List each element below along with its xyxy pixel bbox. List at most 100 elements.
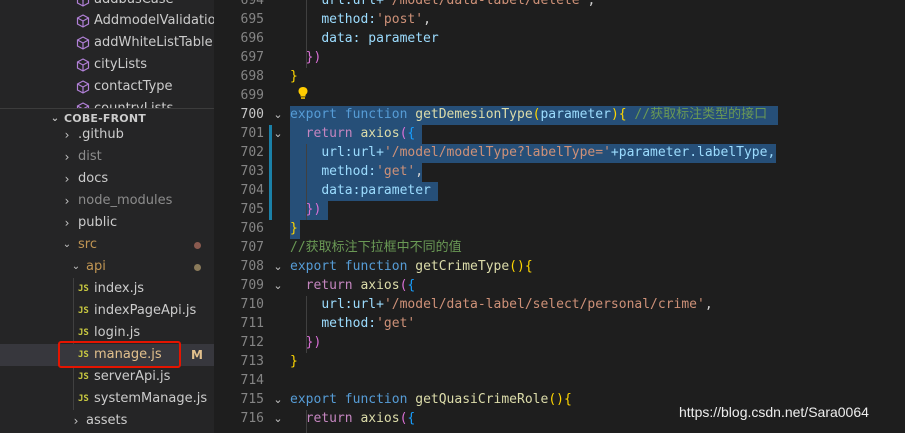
code-line: }) (305, 202, 322, 217)
line-number: 708 (240, 259, 264, 274)
vscode-window: addbusCase AddmodelValidation addWhiteLi… (0, 0, 905, 433)
tree-item-addwhitelisttable[interactable]: addWhiteListTable... (0, 32, 214, 54)
js-file-icon: JS (78, 372, 89, 382)
code-line: } (290, 354, 298, 369)
line-number: 698 (240, 69, 264, 84)
code-line: }) (305, 50, 322, 65)
tree-item-label: addWhiteListTable... (94, 35, 214, 50)
line-number: 712 (240, 335, 264, 350)
cube-icon (76, 14, 90, 28)
line-number: 713 (240, 354, 264, 369)
fold-chevron-down-icon[interactable]: ⌄ (271, 276, 285, 295)
tree-item-label: public (78, 215, 118, 230)
line-number: 715 (240, 392, 264, 407)
tree-item-contacttype[interactable]: contactType (0, 76, 214, 98)
code-line: url:url+'/model/data-label/delete', (321, 0, 596, 8)
tree-item-label: src (78, 237, 97, 252)
line-number: 694 (240, 0, 264, 8)
chevron-right-icon: › (64, 172, 70, 186)
tree-item-addmodelvalidation[interactable]: AddmodelValidation (0, 10, 214, 32)
tree-item-github[interactable]: › .github (0, 124, 214, 146)
code-line: data: parameter (321, 31, 439, 46)
chevron-down-icon: ⌄ (71, 261, 81, 272)
line-number: 702 (240, 145, 264, 160)
tree-item-label: dist (78, 149, 102, 164)
tree-item-label: indexPageApi.js (94, 303, 197, 318)
code-line: method:'get', (321, 164, 424, 179)
code-line: return axios({ (305, 411, 416, 426)
tree-item-indexpageapi-js[interactable]: JS indexPageApi.js (0, 300, 214, 322)
cube-icon (76, 58, 90, 72)
js-file-icon: JS (78, 306, 89, 316)
tree-item-public[interactable]: › public (0, 212, 214, 234)
tree-item-countrylists[interactable]: countryLists (0, 98, 214, 108)
line-number: 704 (240, 183, 264, 198)
tree-item-assets[interactable]: › assets (0, 410, 214, 432)
chevron-down-icon: ⌄ (62, 239, 72, 250)
tree-item-label: .github (78, 127, 124, 142)
line-number: 699 (240, 88, 264, 103)
fold-chevron-down-icon[interactable]: ⌄ (271, 390, 285, 409)
line-number: 705 (240, 202, 264, 217)
code-line: } (290, 69, 298, 84)
tree-item-src[interactable]: ⌄ src (0, 234, 214, 256)
tree-item-label: systemManage.js (94, 391, 208, 406)
watermark-text: https://blog.csdn.net/Sara0064 (679, 404, 869, 420)
line-number: 701 (240, 126, 264, 141)
lightbulb-icon[interactable] (297, 86, 309, 100)
code-line: method:'get' (321, 316, 416, 331)
tree-item-label: api (86, 259, 106, 274)
tree-item-index-js[interactable]: JS index.js (0, 278, 214, 300)
cube-icon (76, 0, 90, 7)
line-number: 711 (240, 316, 264, 331)
tree-item-label: index.js (94, 281, 145, 296)
code-line: export function getCrimeType(){ (290, 259, 533, 274)
line-number: 695 (240, 12, 264, 27)
tree-item-docs[interactable]: › docs (0, 168, 214, 190)
line-number: 707 (240, 240, 264, 255)
line-number: 709 (240, 278, 264, 293)
code-line: method:'post', (321, 12, 431, 27)
fold-chevron-down-icon[interactable]: ⌄ (271, 124, 285, 143)
tree-item-serverapi-js[interactable]: JS serverApi.js (0, 366, 214, 388)
code-line: return axios({ (305, 278, 416, 293)
tree-item-citylists[interactable]: cityLists (0, 54, 214, 76)
tree-item-label: serverApi.js (94, 369, 171, 384)
fold-chevron-down-icon[interactable]: ⌄ (271, 105, 285, 124)
highlight-annotation-box (58, 341, 181, 368)
code-line: data:parameter (321, 183, 431, 198)
cube-icon (76, 36, 90, 50)
code-line: export function getDemesionType(paramete… (290, 107, 768, 122)
code-editor[interactable]: 694 695 696 697 698 699 700 701 702 703 … (214, 0, 905, 433)
chevron-right-icon: › (64, 194, 70, 208)
js-file-icon: JS (78, 284, 89, 294)
code-line: export function getQuasiCrimeRole(){ (290, 392, 572, 407)
tree-item-label: node_modules (78, 193, 173, 208)
chevron-right-icon: › (64, 128, 70, 142)
code-line: }) (305, 335, 322, 350)
modified-dot-icon (194, 264, 201, 271)
line-number-active: 700 (240, 107, 264, 122)
code-line: return axios({ (305, 126, 416, 141)
tree-item-node-modules[interactable]: › node_modules (0, 190, 214, 212)
tree-item-systemmanage-js[interactable]: JS systemManage.js (0, 388, 214, 410)
tree-item-label: assets (86, 413, 128, 428)
line-number: 716 (240, 411, 264, 426)
fold-chevron-down-icon[interactable]: ⌄ (271, 257, 285, 276)
line-number: 696 (240, 31, 264, 46)
fold-chevron-down-icon[interactable]: ⌄ (271, 409, 285, 428)
tree-item-label: docs (78, 171, 109, 186)
code-line: url:url+'/model/modelType?labelType='+pa… (321, 145, 776, 160)
line-number: 710 (240, 297, 264, 312)
tree-item-label: AddmodelValidation (94, 13, 214, 28)
tree-item-dist[interactable]: › dist (0, 146, 214, 168)
code-line: url:url+'/model/data-label/select/person… (321, 297, 713, 312)
line-number: 697 (240, 50, 264, 65)
cube-icon (76, 80, 90, 94)
js-file-icon: JS (78, 394, 89, 404)
code-line: } (290, 221, 298, 236)
tree-item-label: contactType (94, 79, 173, 94)
line-number: 706 (240, 221, 264, 236)
line-number: 703 (240, 164, 264, 179)
tree-item-api[interactable]: ⌄ api (0, 256, 214, 278)
